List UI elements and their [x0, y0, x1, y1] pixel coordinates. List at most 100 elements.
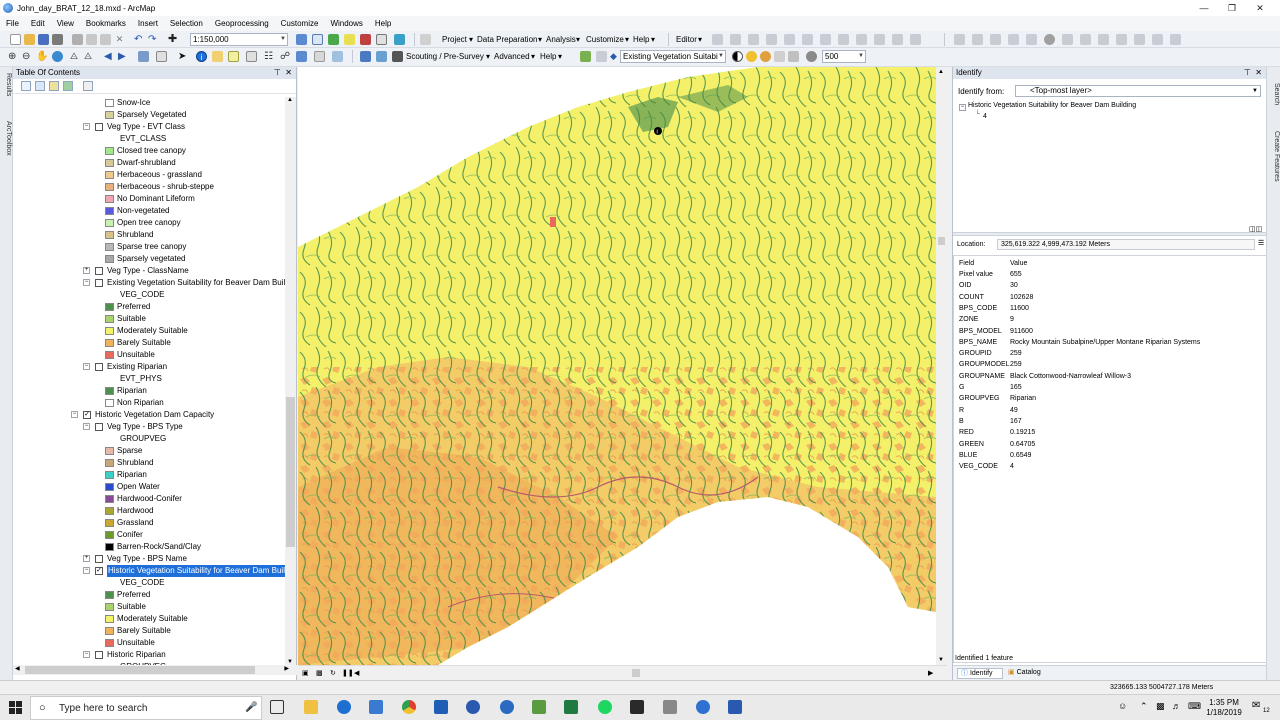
- toc-row[interactable]: Hardwood: [13, 505, 285, 517]
- toc-row[interactable]: EVT_PHYS: [13, 373, 285, 385]
- list-by-selection-icon[interactable]: [63, 81, 73, 91]
- brat2-icon[interactable]: [376, 51, 387, 62]
- brat3-icon[interactable]: [392, 51, 403, 62]
- tool-icon[interactable]: [1062, 34, 1073, 45]
- legend-swatch[interactable]: [105, 531, 114, 539]
- legend-swatch[interactable]: [105, 399, 114, 407]
- collapse-icon[interactable]: −: [83, 363, 90, 370]
- legend-swatch[interactable]: [105, 219, 114, 227]
- expand-icon[interactable]: +: [83, 555, 90, 562]
- menu-file[interactable]: File: [0, 16, 25, 31]
- flicker-rate-icon[interactable]: [806, 51, 817, 62]
- legend-swatch[interactable]: [105, 327, 114, 335]
- scroll-left-icon[interactable]: ◀: [354, 669, 359, 677]
- data-view-icon[interactable]: ▩: [316, 669, 323, 677]
- viewer-icon[interactable]: [332, 51, 343, 62]
- legend-swatch[interactable]: [105, 507, 114, 515]
- layer-visibility-checkbox[interactable]: ✓: [95, 567, 103, 575]
- scroll-thumb[interactable]: [632, 669, 640, 677]
- pin-icon[interactable]: ⊤: [274, 68, 281, 77]
- terminal-icon[interactable]: [630, 700, 644, 714]
- tool7-icon[interactable]: [1170, 34, 1181, 45]
- legend-swatch[interactable]: [105, 603, 114, 611]
- toc-row[interactable]: Grassland: [13, 517, 285, 529]
- arcmap-taskbar-icon[interactable]: [466, 700, 480, 714]
- expand-icon[interactable]: +: [83, 267, 90, 274]
- pause-icon[interactable]: ❚❚: [342, 669, 354, 677]
- georef2-icon[interactable]: [1008, 34, 1019, 45]
- zoom-out-icon[interactable]: ⊖: [22, 51, 33, 62]
- flicker-rate-combo[interactable]: 500 ▼: [822, 50, 866, 63]
- legend-swatch[interactable]: [105, 159, 114, 167]
- new-icon[interactable]: [10, 34, 21, 45]
- collapse-icon[interactable]: −: [83, 123, 90, 130]
- collapse-icon[interactable]: −: [71, 411, 78, 418]
- toc-row[interactable]: Herbaceous - shrub-steppe: [13, 181, 285, 193]
- refresh-icon[interactable]: ↻: [330, 669, 336, 677]
- file-explorer-icon[interactable]: [304, 700, 318, 714]
- excel-icon[interactable]: [564, 700, 578, 714]
- effects-layer-combo[interactable]: Existing Vegetation Suitabi ▼: [620, 50, 726, 63]
- legend-swatch[interactable]: [105, 639, 114, 647]
- toc-row[interactable]: Unsuitable: [13, 637, 285, 649]
- html-popup-icon[interactable]: [228, 51, 239, 62]
- list-by-drawing-order-icon[interactable]: [21, 81, 31, 91]
- legend-swatch[interactable]: [105, 339, 114, 347]
- create-features-tab[interactable]: Create Features: [1269, 131, 1280, 182]
- identify-layer-node[interactable]: Historic Vegetation Suitability for Beav…: [968, 102, 1136, 109]
- outlook-icon[interactable]: [434, 700, 448, 714]
- print-icon[interactable]: [52, 34, 63, 45]
- legend-swatch[interactable]: [105, 471, 114, 479]
- layer-visibility-checkbox[interactable]: [95, 423, 103, 431]
- clear-selection-icon[interactable]: [156, 51, 167, 62]
- model-builder-icon[interactable]: [394, 34, 405, 45]
- toc-row[interactable]: Suitable: [13, 601, 285, 613]
- layer-visibility-checkbox[interactable]: [95, 123, 103, 131]
- analysis-menu[interactable]: Analysis: [546, 34, 576, 45]
- collapse-icon[interactable]: −: [83, 651, 90, 658]
- contrast-icon[interactable]: [732, 51, 743, 62]
- toc-horizontal-scrollbar[interactable]: ◀ ▶: [13, 665, 297, 675]
- rotate-icon[interactable]: [784, 34, 795, 45]
- add-data-icon[interactable]: ✚: [168, 34, 179, 45]
- toc-row[interactable]: + Veg Type - BPS Name: [13, 553, 285, 565]
- go-to-xy-icon[interactable]: [296, 51, 307, 62]
- collapse-icon[interactable]: −: [83, 279, 90, 286]
- menu-view[interactable]: View: [51, 16, 80, 31]
- catalog-window-icon[interactable]: [328, 34, 339, 45]
- results-tab[interactable]: Results: [1, 73, 12, 96]
- spotify-icon[interactable]: [598, 700, 612, 714]
- people-icon[interactable]: ☺: [1118, 701, 1127, 711]
- keyboard-icon[interactable]: ⌨: [1188, 701, 1201, 712]
- scroll-left-icon[interactable]: ◀: [15, 665, 20, 672]
- tool2-icon[interactable]: [1080, 34, 1091, 45]
- suitability-raster-map[interactable]: i: [298, 67, 936, 665]
- legend-swatch[interactable]: [105, 183, 114, 191]
- python-window-icon[interactable]: [376, 34, 387, 45]
- maps-icon[interactable]: [696, 700, 710, 714]
- scroll-up-icon[interactable]: ▲: [938, 69, 944, 75]
- layer-visibility-checkbox[interactable]: ✓: [83, 411, 91, 419]
- tool4-icon[interactable]: [1116, 34, 1127, 45]
- app-t-icon[interactable]: [663, 700, 677, 714]
- brat-icon[interactable]: [360, 51, 371, 62]
- identify-tab[interactable]: ⓘ Identify: [957, 668, 1003, 679]
- toc-row[interactable]: − Existing Vegetation Suitability for Bea…: [13, 277, 285, 289]
- toc-row[interactable]: Sparsely Vegetated: [13, 109, 285, 121]
- toc-row[interactable]: Riparian: [13, 385, 285, 397]
- legend-swatch[interactable]: [105, 543, 114, 551]
- notifications-icon[interactable]: ✉: [1252, 700, 1260, 711]
- edge-icon[interactable]: [337, 700, 351, 714]
- toc-row[interactable]: Hardwood-Conifer: [13, 493, 285, 505]
- data-preparation-menu[interactable]: Data Preparation: [477, 34, 537, 45]
- toc-row[interactable]: − Existing Riparian: [13, 361, 285, 373]
- legend-swatch[interactable]: [105, 195, 114, 203]
- collapse-icon[interactable]: −: [959, 104, 966, 111]
- toc-row[interactable]: Open tree canopy: [13, 217, 285, 229]
- toc-row[interactable]: Barren-Rock/Sand/Clay: [13, 541, 285, 553]
- back-icon[interactable]: ◀: [104, 51, 115, 62]
- catalog-tab[interactable]: ▣ Catalog: [1005, 668, 1051, 679]
- clock-time[interactable]: 1:35 PM: [1206, 698, 1242, 707]
- legend-swatch[interactable]: [105, 207, 114, 215]
- toc-row[interactable]: EVT_CLASS: [13, 133, 285, 145]
